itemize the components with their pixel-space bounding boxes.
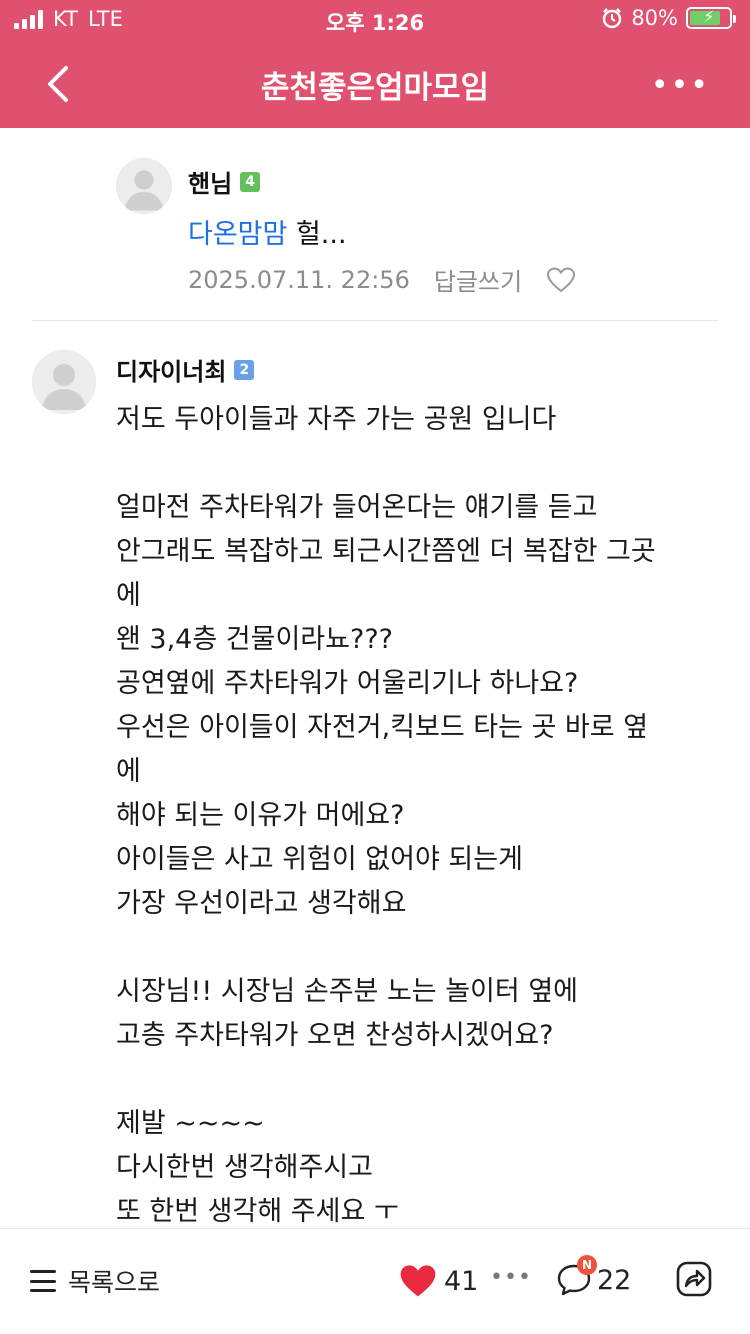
reply-content: 헐... (287, 219, 347, 250)
comment-button[interactable]: N 22 (555, 1255, 632, 1299)
bottom-bar: 목록으로 41 ••• N 22 (0, 1228, 750, 1334)
heart-filled-icon (400, 1265, 436, 1297)
comment-author-avatar[interactable] (32, 350, 96, 414)
reply-date: 2025.07.11. 22:56 (188, 265, 410, 294)
comment-count: 22 (597, 1264, 632, 1296)
battery-percent: 80% (631, 6, 678, 30)
comment-line: 저도 두아이들과 자주 가는 공원 입니다 (116, 404, 557, 435)
member-level-badge: 4 (240, 171, 261, 192)
share-icon[interactable] (674, 1259, 714, 1299)
comment-line: 왠 3,4층 건물이라뇨??? (116, 624, 393, 655)
menu-icon (30, 1270, 56, 1292)
comment-author[interactable]: 디자이너최 2 (116, 352, 255, 387)
comment-body: 저도 두아이들과 자주 가는 공원 입니다얼마전 주차타워가 들어온다는 얘기를… (116, 398, 726, 1234)
list-button[interactable]: 목록으로 (30, 1263, 160, 1299)
battery-icon: ⚡ (686, 7, 736, 29)
member-level-badge: 2 (234, 359, 255, 380)
reply-author-name: 핸님 (188, 170, 233, 198)
comment-line: 고층 주차타워가 오면 찬성하시겠어요? (116, 1020, 554, 1051)
more-icon[interactable]: ••• (490, 1265, 532, 1290)
comment-line: 해야 되는 이유가 머에요? (116, 800, 405, 831)
comment-line: 에 (116, 756, 141, 787)
comment-line (116, 442, 726, 486)
app-header: KT LTE 오후 1:26 80% ⚡ 춘천좋은엄마모임 ••• (0, 0, 750, 128)
new-badge: N (577, 1255, 597, 1275)
nav-bar: 춘천좋은엄마모임 ••• (0, 40, 750, 128)
comment-line: 아이들은 사고 위험이 없어야 되는게 (116, 844, 523, 875)
like-button[interactable]: 41 (398, 1263, 478, 1299)
comment-line: 가장 우선이라고 생각해요 (116, 888, 407, 919)
list-button-label: 목록으로 (68, 1268, 161, 1297)
heart-outline-icon[interactable] (546, 266, 576, 294)
reply-author-avatar[interactable] (116, 158, 172, 214)
reply-author[interactable]: 핸님 4 (188, 164, 261, 199)
reply-write-button[interactable]: 답글쓰기 (434, 262, 522, 297)
comment-author-name: 디자이너최 (116, 358, 227, 386)
comment-line: 얼마전 주차타워가 들어온다는 얘기를 듣고 (116, 492, 598, 523)
comment-line: 안그래도 복잡하고 퇴근시간쯤엔 더 복잡한 그곳 (116, 536, 656, 567)
status-right: 80% ⚡ (601, 6, 736, 30)
reply-text: 다온맘맘 헐... (188, 212, 347, 251)
comment-line: 에 (116, 580, 141, 611)
more-options-icon[interactable]: ••• (651, 68, 710, 103)
reply-meta: 2025.07.11. 22:56 답글쓰기 (188, 262, 576, 297)
comment-line (116, 926, 726, 970)
like-count: 41 (444, 1265, 479, 1297)
comment-line: 제발 ~~~~ (116, 1108, 265, 1139)
comment-bubble-icon: N (555, 1255, 597, 1299)
alarm-icon (603, 8, 622, 29)
comment-divider (32, 320, 718, 321)
comment-line: 다시한번 생각해주시고 (116, 1152, 373, 1183)
comment-line: 시장님!! 시장님 손주분 노는 놀이터 옆에 (116, 976, 578, 1007)
comment-line: 공연옆에 주차타워가 어울리기나 하나요? (116, 668, 579, 699)
status-bar: KT LTE 오후 1:26 80% ⚡ (0, 0, 750, 40)
comment-line (116, 1058, 726, 1102)
comment-line: 우선은 아이들이 자전거,킥보드 타는 곳 바로 옆 (116, 712, 649, 743)
page-title: 춘천좋은엄마모임 (260, 70, 490, 106)
mention-link[interactable]: 다온맘맘 (188, 219, 287, 250)
